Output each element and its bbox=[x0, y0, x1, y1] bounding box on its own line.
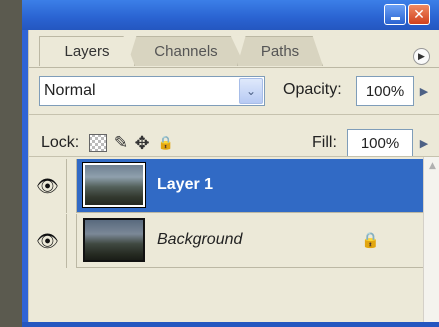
layers-palette: Channels Paths Layers ▶ Normal ⌄ Opacity… bbox=[28, 30, 439, 327]
brush-icon[interactable]: ✎ bbox=[112, 133, 130, 153]
link-cell[interactable] bbox=[67, 159, 77, 213]
divider bbox=[29, 114, 439, 115]
layer-row-background[interactable]: 👁 Background 🔒 bbox=[29, 214, 423, 268]
tabs-divider bbox=[29, 67, 439, 68]
padlock-icon[interactable]: 🔒 bbox=[157, 134, 175, 152]
eye-icon: 👁 bbox=[36, 230, 59, 252]
fill-slider-arrow-icon[interactable]: ▶ bbox=[414, 128, 434, 158]
tab-paths[interactable]: Paths bbox=[237, 36, 323, 66]
move-icon[interactable]: ✥ bbox=[133, 133, 151, 154]
opacity-label: Opacity: bbox=[283, 81, 342, 98]
panel-menu-icon: ▶ bbox=[418, 51, 425, 62]
layer-name: Background bbox=[157, 231, 243, 248]
close-icon: ✕ bbox=[413, 6, 425, 23]
tab-layers[interactable]: Layers bbox=[39, 36, 135, 66]
panel-menu-button[interactable]: ▶ bbox=[413, 48, 430, 65]
layer-thumbnail bbox=[82, 162, 146, 208]
scroll-up-icon[interactable]: ▲ bbox=[424, 157, 439, 174]
palette-tabs: Channels Paths Layers ▶ bbox=[29, 30, 439, 68]
layer-row-layer-1[interactable]: 👁 Layer 1 bbox=[29, 159, 423, 213]
opacity-slider-arrow-icon[interactable]: ▶ bbox=[414, 76, 434, 106]
layers-scrollbar[interactable]: ▲ bbox=[423, 157, 439, 327]
padlock-icon: 🔒 bbox=[361, 231, 380, 249]
window-bottom-border bbox=[22, 322, 439, 327]
fill-input[interactable]: 100% bbox=[347, 129, 413, 157]
blend-mode-value: Normal bbox=[44, 82, 96, 99]
layer-name: Layer 1 bbox=[157, 176, 214, 193]
close-button[interactable]: ✕ bbox=[408, 4, 430, 25]
minimize-button[interactable] bbox=[384, 4, 406, 25]
workspace-edge bbox=[0, 0, 22, 327]
chevron-down-icon[interactable]: ⌄ bbox=[239, 78, 263, 104]
minimize-icon bbox=[390, 17, 400, 20]
opacity-input[interactable]: 100% bbox=[356, 76, 414, 106]
lock-label: Lock: bbox=[41, 134, 80, 151]
eye-icon: 👁 bbox=[36, 175, 59, 197]
title-bar[interactable]: ✕ bbox=[22, 0, 439, 30]
layer-thumbnail bbox=[83, 218, 145, 262]
visibility-toggle[interactable]: 👁 bbox=[29, 214, 67, 268]
link-cell[interactable] bbox=[67, 214, 77, 268]
tab-channels[interactable]: Channels bbox=[127, 36, 245, 66]
layers-list: 👁 Layer 1 👁 Background 🔒 bbox=[29, 157, 423, 327]
lock-transparent-pixels-icon[interactable] bbox=[89, 134, 107, 152]
fill-label: Fill: bbox=[312, 134, 337, 151]
visibility-toggle[interactable]: 👁 bbox=[29, 159, 67, 213]
blend-mode-select[interactable]: Normal ⌄ bbox=[39, 76, 265, 106]
